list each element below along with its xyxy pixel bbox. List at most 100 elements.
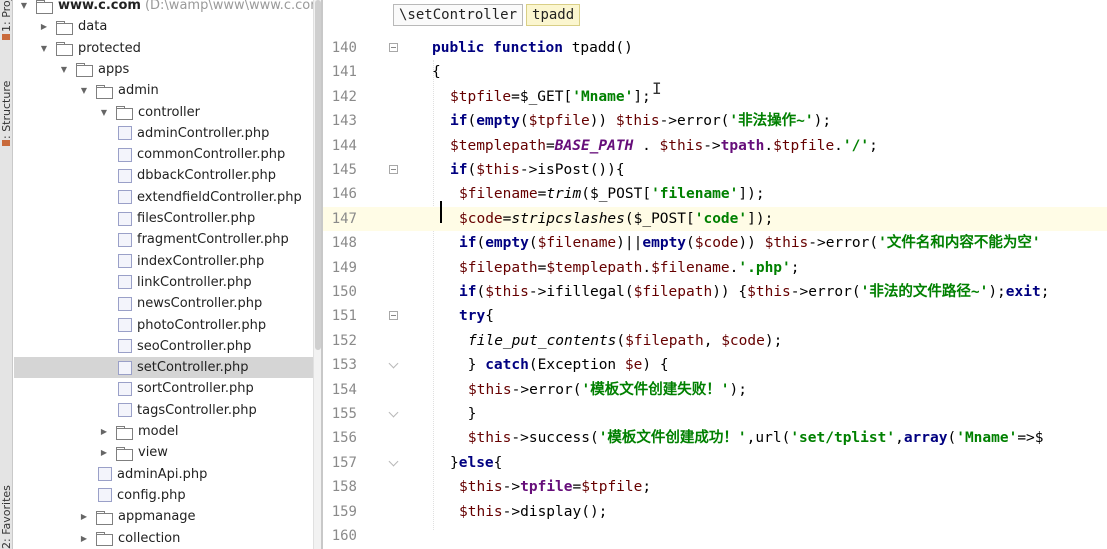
code-line[interactable]: } (323, 402, 1107, 426)
tree-folder-www.c.com[interactable]: ▼ www.c.com (D:\wamp\www\www.c.com) (14, 0, 313, 16)
tree-file-newsController.php[interactable]: newsController.php (14, 293, 313, 314)
project-tree-scrollbar[interactable] (313, 0, 321, 549)
chevron-right-icon[interactable]: ▶ (78, 532, 90, 544)
tree-file-fragmentController.php[interactable]: fragmentController.php (14, 229, 313, 250)
line-number: 149 (331, 259, 357, 276)
fold-collapse-icon[interactable] (389, 165, 398, 174)
chevron-right-icon[interactable]: ▶ (38, 21, 50, 33)
chevron-down-icon[interactable]: ▼ (58, 63, 70, 75)
tree-file-linkController.php[interactable]: linkController.php (14, 272, 313, 293)
fold-collapse-icon[interactable] (389, 43, 398, 52)
favorites-tool-tab[interactable]: 2: Favorites (0, 485, 13, 549)
tree-file-tagsController.php[interactable]: tagsController.php (14, 400, 313, 421)
tree-item-label: appmanage (118, 509, 196, 525)
tree-folder-appmanage[interactable]: ▶ appmanage (14, 506, 313, 527)
php-file-icon (98, 488, 112, 503)
line-number: 151 (331, 308, 357, 325)
tree-item-label: adminApi.php (117, 466, 208, 482)
tree-file-seoController.php[interactable]: seoController.php (14, 336, 313, 357)
tree-file-extendfieldController.php[interactable]: extendfieldController.php (14, 187, 313, 208)
tree-file-sortController.php[interactable]: sortController.php (14, 378, 313, 399)
tree-folder-data[interactable]: ▶ data (14, 16, 313, 37)
tree-folder-controller[interactable]: ▼ controller (14, 102, 313, 123)
code-line-text: { (432, 64, 441, 81)
code-line[interactable]: $this->error('模板文件创建失败！'); (323, 378, 1107, 402)
chevron-right-icon[interactable]: ▶ (98, 447, 110, 459)
code-line[interactable]: $templepath=BASE_PATH . $this->tpath.$tp… (323, 134, 1107, 158)
tree-folder-model[interactable]: ▶ model (14, 421, 313, 442)
code-line[interactable]: $filepath=$templepath.$filename.'.php'; (323, 256, 1107, 280)
tree-file-adminApi.php[interactable]: adminApi.php (14, 464, 313, 485)
code-line[interactable]: public function tpadd() (323, 36, 1107, 60)
code-line-text: $this->tpfile=$tpfile; (459, 479, 652, 496)
tree-file-indexController.php[interactable]: indexController.php (14, 251, 313, 272)
line-number: 156 (331, 430, 357, 447)
tree-file-setController.php[interactable]: setController.php (14, 357, 313, 379)
tree-folder-admin[interactable]: ▼ admin (14, 80, 313, 101)
fold-collapse-icon[interactable] (389, 311, 398, 321)
code-line[interactable]: $this->success('模板文件创建成功！',url('set/tpli… (323, 426, 1107, 450)
code-line-text: $this->display(); (459, 503, 608, 520)
chevron-down-icon[interactable]: ▼ (38, 42, 50, 54)
code-line[interactable]: if($this->isPost()){ (323, 158, 1107, 182)
php-file-icon (118, 211, 132, 226)
tree-item-label: data (78, 19, 108, 35)
code-line[interactable]: if(empty($tpfile)) $this->error('非法操作~')… (323, 109, 1107, 133)
chevron-down-icon[interactable]: ▼ (98, 106, 110, 118)
php-file-icon (118, 126, 132, 141)
line-number: 150 (331, 284, 357, 300)
line-number: 144 (331, 137, 357, 154)
tree-file-config.php[interactable]: config.php (14, 485, 313, 506)
code-line-text: $filename=trim($_POST['filename']); (459, 186, 765, 203)
code-line[interactable]: $this->tpfile=$tpfile; (323, 475, 1107, 499)
folder-icon (56, 20, 73, 35)
tree-file-filesController.php[interactable]: filesController.php (14, 208, 313, 229)
folder-icon (76, 63, 93, 78)
line-number: 153 (331, 357, 357, 374)
code-line[interactable]: if($this->ifillegal($filepath)) {$this->… (323, 280, 1107, 304)
tree-file-photoController.php[interactable]: photoController.php (14, 315, 313, 336)
project-tool-tab[interactable]: 1: Project (0, 0, 13, 32)
tree-folder-view[interactable]: ▶ view (14, 442, 313, 463)
breadcrumb-method[interactable]: tpadd (526, 4, 581, 26)
code-line[interactable]: { (323, 60, 1107, 84)
code-line[interactable]: }else{ (323, 451, 1107, 475)
line-number: 147 (331, 210, 357, 227)
code-line[interactable]: } catch(Exception $e) { (323, 353, 1107, 377)
tree-item-label: adminController.php (137, 125, 270, 141)
code-line[interactable]: try{ (323, 304, 1107, 328)
structure-tool-tab[interactable]: 7: Structure (0, 66, 13, 146)
tree-file-commonController.php[interactable]: commonController.php (14, 144, 313, 165)
line-number: 148 (331, 235, 357, 252)
php-file-icon (118, 360, 132, 375)
code-line-text: public function tpadd() (432, 40, 633, 56)
tree-item-label: extendfieldController.php (137, 189, 302, 205)
code-line-text: if(empty($tpfile)) $this->error('非法操作~')… (450, 113, 832, 130)
line-number: 152 (331, 332, 357, 349)
code-editor[interactable]: \setController tpadd public function tpa… (323, 0, 1107, 549)
folder-icon (116, 446, 133, 461)
chevron-right-icon[interactable]: ▶ (78, 511, 90, 523)
code-line[interactable]: file_put_contents($filepath, $code); (323, 329, 1107, 353)
chevron-down-icon[interactable]: ▼ (18, 0, 30, 12)
tree-folder-protected[interactable]: ▼ protected (14, 38, 313, 59)
code-line[interactable]: $tpfile=$_GET['Mname']; (323, 85, 1107, 109)
line-number: 155 (331, 406, 357, 422)
code-line[interactable]: if(empty($filename)||empty($code)) $this… (323, 231, 1107, 255)
folder-icon (96, 510, 113, 525)
folder-icon (116, 425, 133, 440)
tree-item-label: commonController.php (137, 147, 286, 163)
code-line[interactable]: $this->display(); (323, 500, 1107, 524)
breadcrumb: \setController tpadd (393, 4, 581, 26)
tree-item-label: sortController.php (137, 381, 254, 397)
tree-file-adminController.php[interactable]: adminController.php (14, 123, 313, 144)
chevron-down-icon[interactable]: ▼ (78, 85, 90, 97)
tree-folder-apps[interactable]: ▼ apps (14, 59, 313, 80)
breadcrumb-class[interactable]: \setController (393, 4, 524, 26)
code-line[interactable] (323, 524, 1107, 548)
tree-file-dbbackController.php[interactable]: dbbackController.php (14, 165, 313, 186)
tree-item-label: apps (98, 61, 130, 77)
chevron-right-icon[interactable]: ▶ (98, 426, 110, 438)
code-line-text: file_put_contents($filepath, $code); (468, 332, 783, 349)
tree-folder-collection[interactable]: ▶ collection (14, 528, 313, 549)
